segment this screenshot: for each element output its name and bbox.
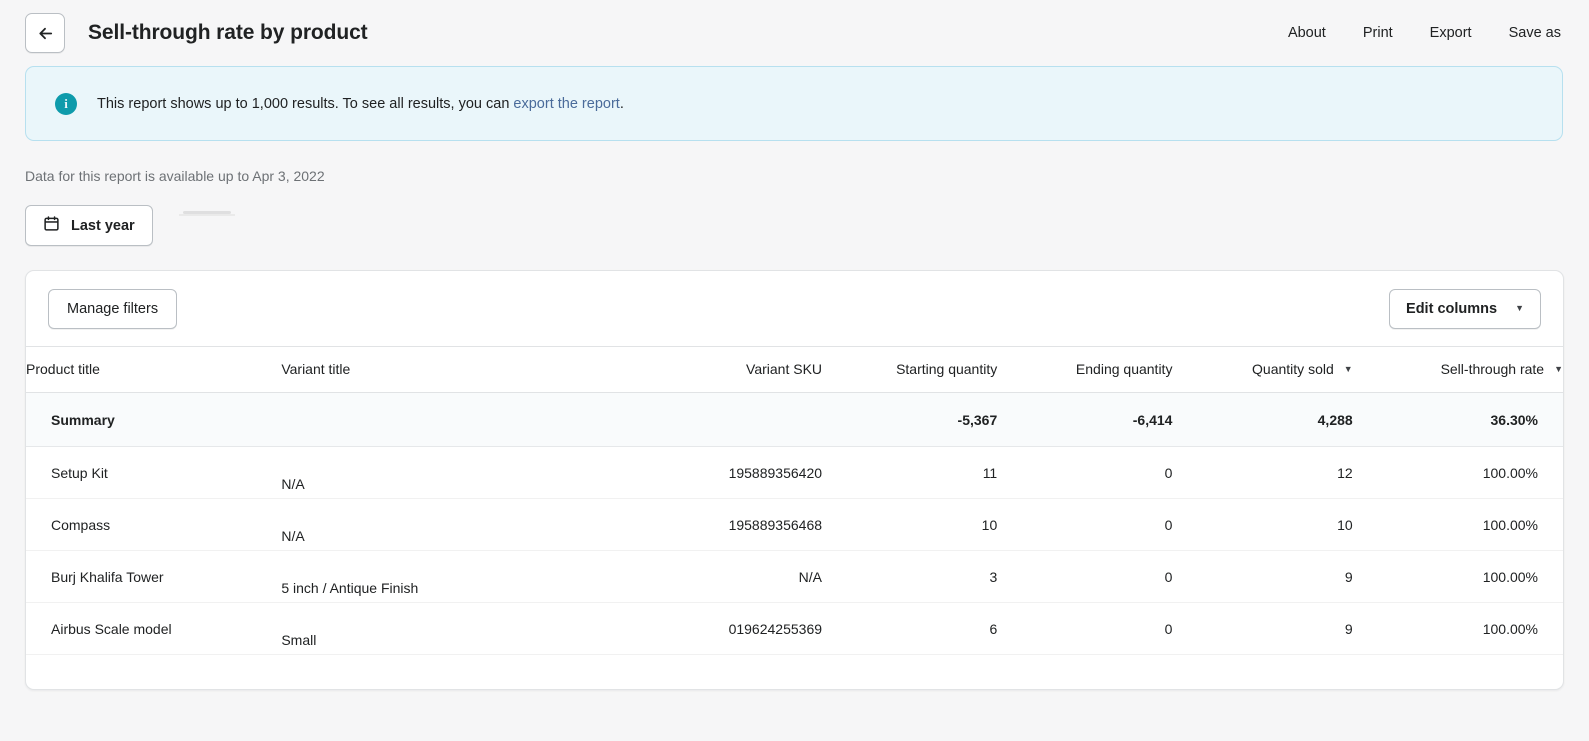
cell-sell-through-rate: 100.00%: [1352, 602, 1563, 655]
table-header-row: Product title Variant title Variant SKU …: [26, 347, 1563, 393]
report-table: Product title Variant title Variant SKU …: [26, 347, 1563, 655]
cell-variant-sku: N/A: [611, 550, 823, 603]
chevron-down-icon: ▼: [1515, 303, 1524, 313]
cell-sell-through-rate: 100.00%: [1352, 446, 1563, 499]
cell-product-title: Compass: [26, 498, 282, 551]
cell-product-title: Setup Kit: [26, 446, 282, 499]
cell-quantity-sold: 10: [1172, 498, 1353, 551]
calendar-icon: [43, 215, 60, 236]
summary-row: Summary -5,367 -6,414 4,288 36.30%: [26, 392, 1563, 447]
cell-variant-title: Small: [281, 602, 612, 655]
cell-starting-quantity: 11: [822, 446, 998, 499]
banner-container: i This report shows up to 1,000 results.…: [0, 66, 1589, 141]
date-range-label: Last year: [71, 217, 135, 234]
manage-filters-button[interactable]: Manage filters: [48, 288, 178, 329]
print-button[interactable]: Print: [1361, 21, 1395, 45]
sort-descending-icon: ▼: [1554, 363, 1563, 374]
cell-quantity-sold: 9: [1172, 550, 1353, 603]
column-header-sell-through-rate[interactable]: Sell-through rate ▼: [1352, 347, 1563, 393]
cell-product-title: Burj Khalifa Tower: [26, 550, 282, 603]
date-range-button[interactable]: Last year: [25, 205, 153, 246]
summary-quantity-sold: 4,288: [1172, 392, 1353, 447]
edit-columns-label: Edit columns: [1406, 300, 1498, 317]
header-actions: About Print Export Save as: [1286, 21, 1563, 45]
column-header-sell-through-rate-label: Sell-through rate: [1440, 361, 1545, 377]
banner-text-after: .: [619, 95, 624, 112]
cell-ending-quantity: 0: [997, 498, 1173, 551]
cell-variant-sku: 195889356468: [611, 498, 823, 551]
column-header-quantity-sold-label: Quantity sold: [1252, 361, 1334, 377]
cell-sell-through-rate: 100.00%: [1352, 550, 1563, 603]
summary-sell-through-rate: 36.30%: [1352, 392, 1563, 447]
cell-variant-sku: 195889356420: [611, 446, 823, 499]
summary-variant: [281, 392, 612, 447]
column-header-product-title[interactable]: Product title: [26, 347, 282, 393]
info-icon: i: [55, 92, 77, 115]
table-row[interactable]: Burj Khalifa Tower 5 inch / Antique Fini…: [26, 550, 1563, 603]
table-body: Summary -5,367 -6,414 4,288 36.30% Setup…: [26, 392, 1563, 655]
banner-message: This report shows up to 1,000 results. T…: [97, 94, 624, 114]
summary-label: Summary: [26, 392, 282, 447]
cell-variant-sku: 019624255369: [611, 602, 823, 655]
about-button[interactable]: About: [1286, 21, 1328, 45]
report-card: Manage filters Edit columns ▼ Product ti…: [25, 270, 1564, 690]
page-header: Sell-through rate by product About Print…: [0, 0, 1589, 66]
table-header: Product title Variant title Variant SKU …: [26, 347, 1563, 393]
table-row[interactable]: Setup Kit N/A 195889356420 11 0 12 100.0…: [26, 446, 1563, 499]
cell-starting-quantity: 3: [822, 550, 998, 603]
edit-columns-button[interactable]: Edit columns ▼: [1389, 288, 1541, 329]
cell-quantity-sold: 9: [1172, 602, 1353, 655]
results-limit-banner: i This report shows up to 1,000 results.…: [25, 66, 1563, 141]
column-header-quantity-sold[interactable]: Quantity sold ▼: [1172, 347, 1353, 393]
cell-starting-quantity: 10: [822, 498, 998, 551]
cell-variant-title: N/A: [281, 446, 612, 499]
sort-descending-icon: ▼: [1343, 363, 1353, 374]
save-as-button[interactable]: Save as: [1507, 21, 1563, 45]
cell-ending-quantity: 0: [997, 550, 1173, 603]
arrow-left-icon: [36, 24, 55, 43]
summary-starting-quantity: -5,367: [822, 392, 998, 447]
cell-sell-through-rate: 100.00%: [1352, 498, 1563, 551]
export-button[interactable]: Export: [1428, 21, 1474, 45]
column-header-variant-title[interactable]: Variant title: [281, 347, 612, 393]
cell-product-title: Airbus Scale model: [26, 602, 282, 655]
table-row[interactable]: Compass N/A 195889356468 10 0 10 100.00%: [26, 498, 1563, 551]
page-title: Sell-through rate by product: [88, 21, 368, 44]
cell-variant-title: 5 inch / Antique Finish: [281, 550, 612, 603]
summary-sku: [611, 392, 823, 447]
table-row[interactable]: Airbus Scale model Small 019624255369 6 …: [26, 602, 1563, 655]
column-header-variant-sku[interactable]: Variant SKU: [611, 347, 823, 393]
summary-ending-quantity: -6,414: [997, 392, 1173, 447]
cell-quantity-sold: 12: [1172, 446, 1353, 499]
cell-ending-quantity: 0: [997, 446, 1173, 499]
render-artifact: [179, 211, 235, 216]
table-toolbar: Manage filters Edit columns ▼: [26, 271, 1563, 347]
cell-ending-quantity: 0: [997, 602, 1173, 655]
banner-text-before: This report shows up to 1,000 results. T…: [97, 95, 514, 112]
column-header-ending-quantity[interactable]: Ending quantity: [997, 347, 1173, 393]
data-availability-text: Data for this report is available up to …: [25, 168, 325, 184]
cell-starting-quantity: 6: [822, 602, 998, 655]
back-button[interactable]: [25, 13, 65, 53]
date-filter-row: Last year: [0, 205, 1589, 246]
export-the-report-link[interactable]: export the report: [513, 96, 619, 112]
cell-variant-title: N/A: [281, 498, 612, 551]
column-header-starting-quantity[interactable]: Starting quantity: [822, 347, 998, 393]
